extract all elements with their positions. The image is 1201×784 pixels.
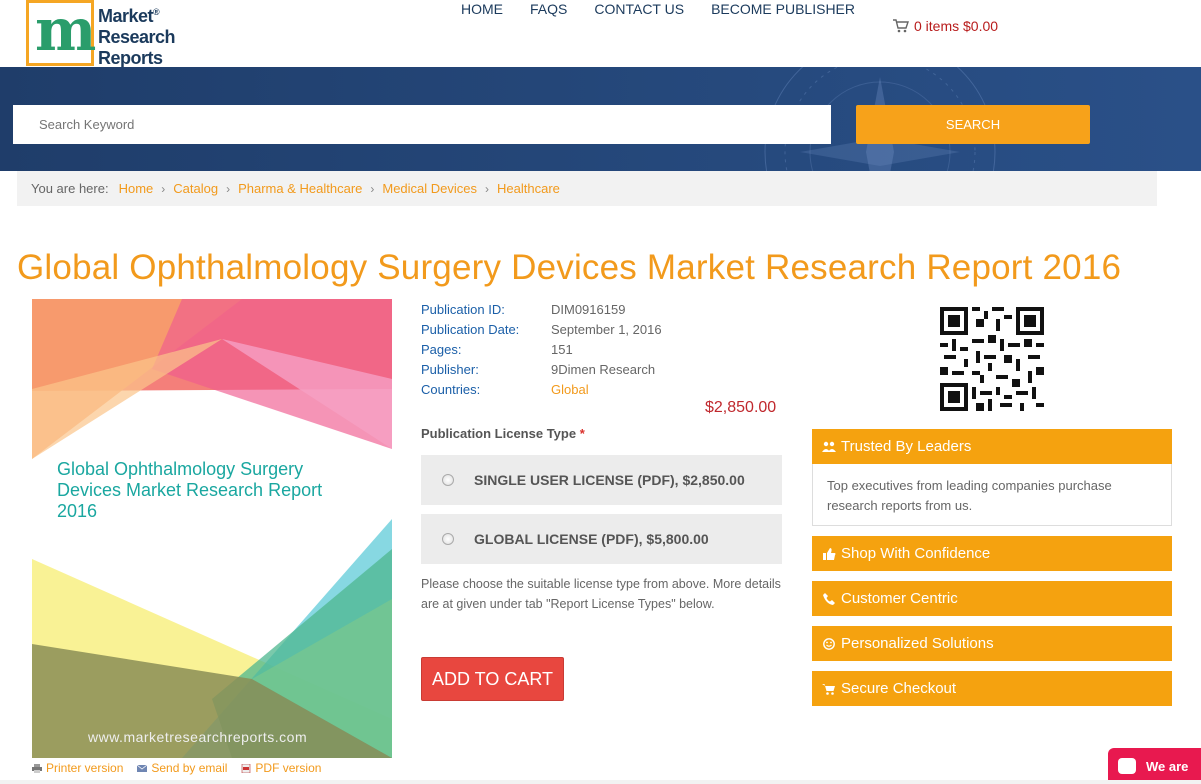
logo-mark: m bbox=[26, 0, 97, 66]
site-logo[interactable]: m Market® Research Reports bbox=[26, 0, 176, 69]
global-license-radio[interactable] bbox=[442, 533, 454, 545]
meta-key: Publication ID: bbox=[421, 302, 505, 317]
page-title: Global Ophthalmology Surgery Devices Mar… bbox=[17, 248, 1122, 287]
cart-summary[interactable]: 0 items $0.00 bbox=[893, 18, 998, 34]
meta-key: Countries: bbox=[421, 382, 481, 397]
countries-link[interactable]: Global bbox=[551, 380, 589, 400]
meta-row-publication-id: Publication ID: DIM0916159 bbox=[421, 300, 662, 320]
feature-secure-checkout[interactable]: Secure Checkout bbox=[812, 671, 1172, 706]
single-user-radio[interactable] bbox=[442, 474, 454, 486]
printer-version-label: Printer version bbox=[46, 761, 124, 775]
logo-wordmark: Market® Research Reports bbox=[98, 2, 176, 69]
search-input[interactable] bbox=[13, 105, 831, 144]
logo-registered: ® bbox=[153, 7, 160, 17]
report-price: $2,850.00 bbox=[705, 399, 777, 416]
breadcrumb-prefix: You are here: bbox=[31, 181, 109, 196]
feature-personalized-solutions[interactable]: Personalized Solutions bbox=[812, 626, 1172, 661]
search-button[interactable]: SEARCH bbox=[856, 105, 1090, 144]
meta-key: Pages: bbox=[421, 342, 462, 357]
license-type-label: Publication License Type * bbox=[421, 426, 585, 441]
phone-icon bbox=[822, 592, 836, 606]
trusted-by-leaders-body: Top executives from leading companies pu… bbox=[812, 464, 1172, 526]
feature-customer-centric[interactable]: Customer Centric bbox=[812, 581, 1172, 616]
breadcrumb-healthcare[interactable]: Healthcare bbox=[497, 181, 560, 196]
meta-row-publisher: Publisher: 9Dimen Research bbox=[421, 360, 662, 380]
live-chat-button[interactable]: We are bbox=[1108, 748, 1201, 784]
logo-line-1: Market bbox=[98, 6, 154, 26]
cover-title: Global Ophthalmology Surgery Devices Mar… bbox=[57, 459, 323, 521]
printer-version-link[interactable]: Printer version bbox=[32, 761, 123, 775]
pdf-version-label: PDF version bbox=[255, 761, 322, 775]
breadcrumb-medical-devices[interactable]: Medical Devices bbox=[382, 181, 477, 196]
meta-row-pages: Pages: 151 bbox=[421, 340, 662, 360]
report-tools: Printer version Send by email PDF versio… bbox=[32, 761, 321, 775]
meta-value: DIM0916159 bbox=[551, 302, 626, 317]
feature-shop-with-confidence[interactable]: Shop With Confidence bbox=[812, 536, 1172, 571]
qr-code bbox=[940, 307, 1044, 411]
nav-become-publisher[interactable]: BECOME PUBLISHER bbox=[711, 0, 855, 17]
feature-label: Secure Checkout bbox=[841, 680, 957, 697]
printer-icon bbox=[32, 763, 42, 773]
meta-value: September 1, 2016 bbox=[551, 322, 662, 337]
search-banner: SEARCH bbox=[0, 67, 1201, 171]
publication-meta: Publication ID: DIM0916159 Publication D… bbox=[421, 300, 662, 400]
trusted-by-leaders-title: Trusted By Leaders bbox=[841, 438, 972, 455]
nav-home[interactable]: HOME bbox=[461, 0, 503, 17]
smile-icon bbox=[822, 637, 836, 651]
logo-line-3: Reports bbox=[98, 48, 163, 68]
add-to-cart-button[interactable]: ADD TO CART bbox=[421, 657, 564, 701]
license-option-label: GLOBAL LICENSE (PDF), $5,800.00 bbox=[474, 531, 709, 547]
email-icon bbox=[137, 764, 148, 772]
license-note: Please choose the suitable license type … bbox=[421, 577, 781, 611]
chat-bubble-icon bbox=[1118, 758, 1136, 774]
meta-value: 151 bbox=[551, 342, 573, 357]
nav-faqs[interactable]: FAQS bbox=[530, 0, 567, 17]
meta-row-publication-date: Publication Date: September 1, 2016 bbox=[421, 320, 662, 340]
chevron-right-icon: › bbox=[370, 181, 375, 196]
meta-key: Publication Date: bbox=[421, 322, 520, 337]
cart-label: 0 items $0.00 bbox=[914, 18, 999, 34]
feature-label: Customer Centric bbox=[841, 590, 958, 607]
trusted-by-leaders-header: Trusted By Leaders bbox=[812, 429, 1172, 464]
meta-key: Publisher: bbox=[421, 362, 479, 377]
logo-line-2: Research bbox=[98, 27, 176, 47]
license-option-global[interactable]: GLOBAL LICENSE (PDF), $5,800.00 bbox=[421, 514, 782, 564]
meta-row-countries: Countries: Global bbox=[421, 380, 662, 400]
shopping-cart-icon bbox=[893, 19, 909, 33]
send-by-email-label: Send by email bbox=[151, 761, 228, 775]
pdf-version-link[interactable]: PDF version bbox=[241, 761, 321, 775]
cover-artwork bbox=[32, 299, 392, 758]
page-bottom-divider bbox=[0, 780, 1201, 784]
chevron-right-icon: › bbox=[161, 181, 166, 196]
license-option-single-user[interactable]: SINGLE USER LICENSE (PDF), $2,850.00 bbox=[421, 455, 782, 505]
breadcrumb-home[interactable]: Home bbox=[119, 181, 154, 196]
top-nav: HOME FAQS CONTACT US BECOME PUBLISHER bbox=[461, 0, 882, 17]
feature-label: Personalized Solutions bbox=[841, 635, 994, 652]
breadcrumb-pharma-healthcare[interactable]: Pharma & Healthcare bbox=[238, 181, 362, 196]
nav-contact-us[interactable]: CONTACT US bbox=[594, 0, 684, 17]
pdf-icon bbox=[242, 763, 251, 773]
breadcrumb-catalog[interactable]: Catalog bbox=[173, 181, 218, 196]
license-option-label: SINGLE USER LICENSE (PDF), $2,850.00 bbox=[474, 472, 745, 488]
live-chat-label: We are bbox=[1146, 758, 1189, 774]
cover-url: www.marketresearchreports.com bbox=[88, 729, 308, 745]
report-cover-image: Global Ophthalmology Surgery Devices Mar… bbox=[32, 299, 392, 758]
users-icon bbox=[822, 440, 836, 454]
send-by-email-link[interactable]: Send by email bbox=[137, 761, 227, 775]
thumbs-up-icon bbox=[822, 547, 836, 561]
breadcrumb: You are here: Home › Catalog › Pharma & … bbox=[17, 171, 1157, 206]
chevron-right-icon: › bbox=[485, 181, 490, 196]
shopping-cart-icon bbox=[822, 682, 836, 696]
logo-mark-letter: m bbox=[35, 0, 97, 64]
feature-label: Shop With Confidence bbox=[841, 545, 991, 562]
required-marker: * bbox=[579, 426, 585, 441]
meta-value: 9Dimen Research bbox=[551, 362, 656, 377]
license-type-text: Publication License Type bbox=[421, 426, 577, 441]
chevron-right-icon: › bbox=[226, 181, 231, 196]
